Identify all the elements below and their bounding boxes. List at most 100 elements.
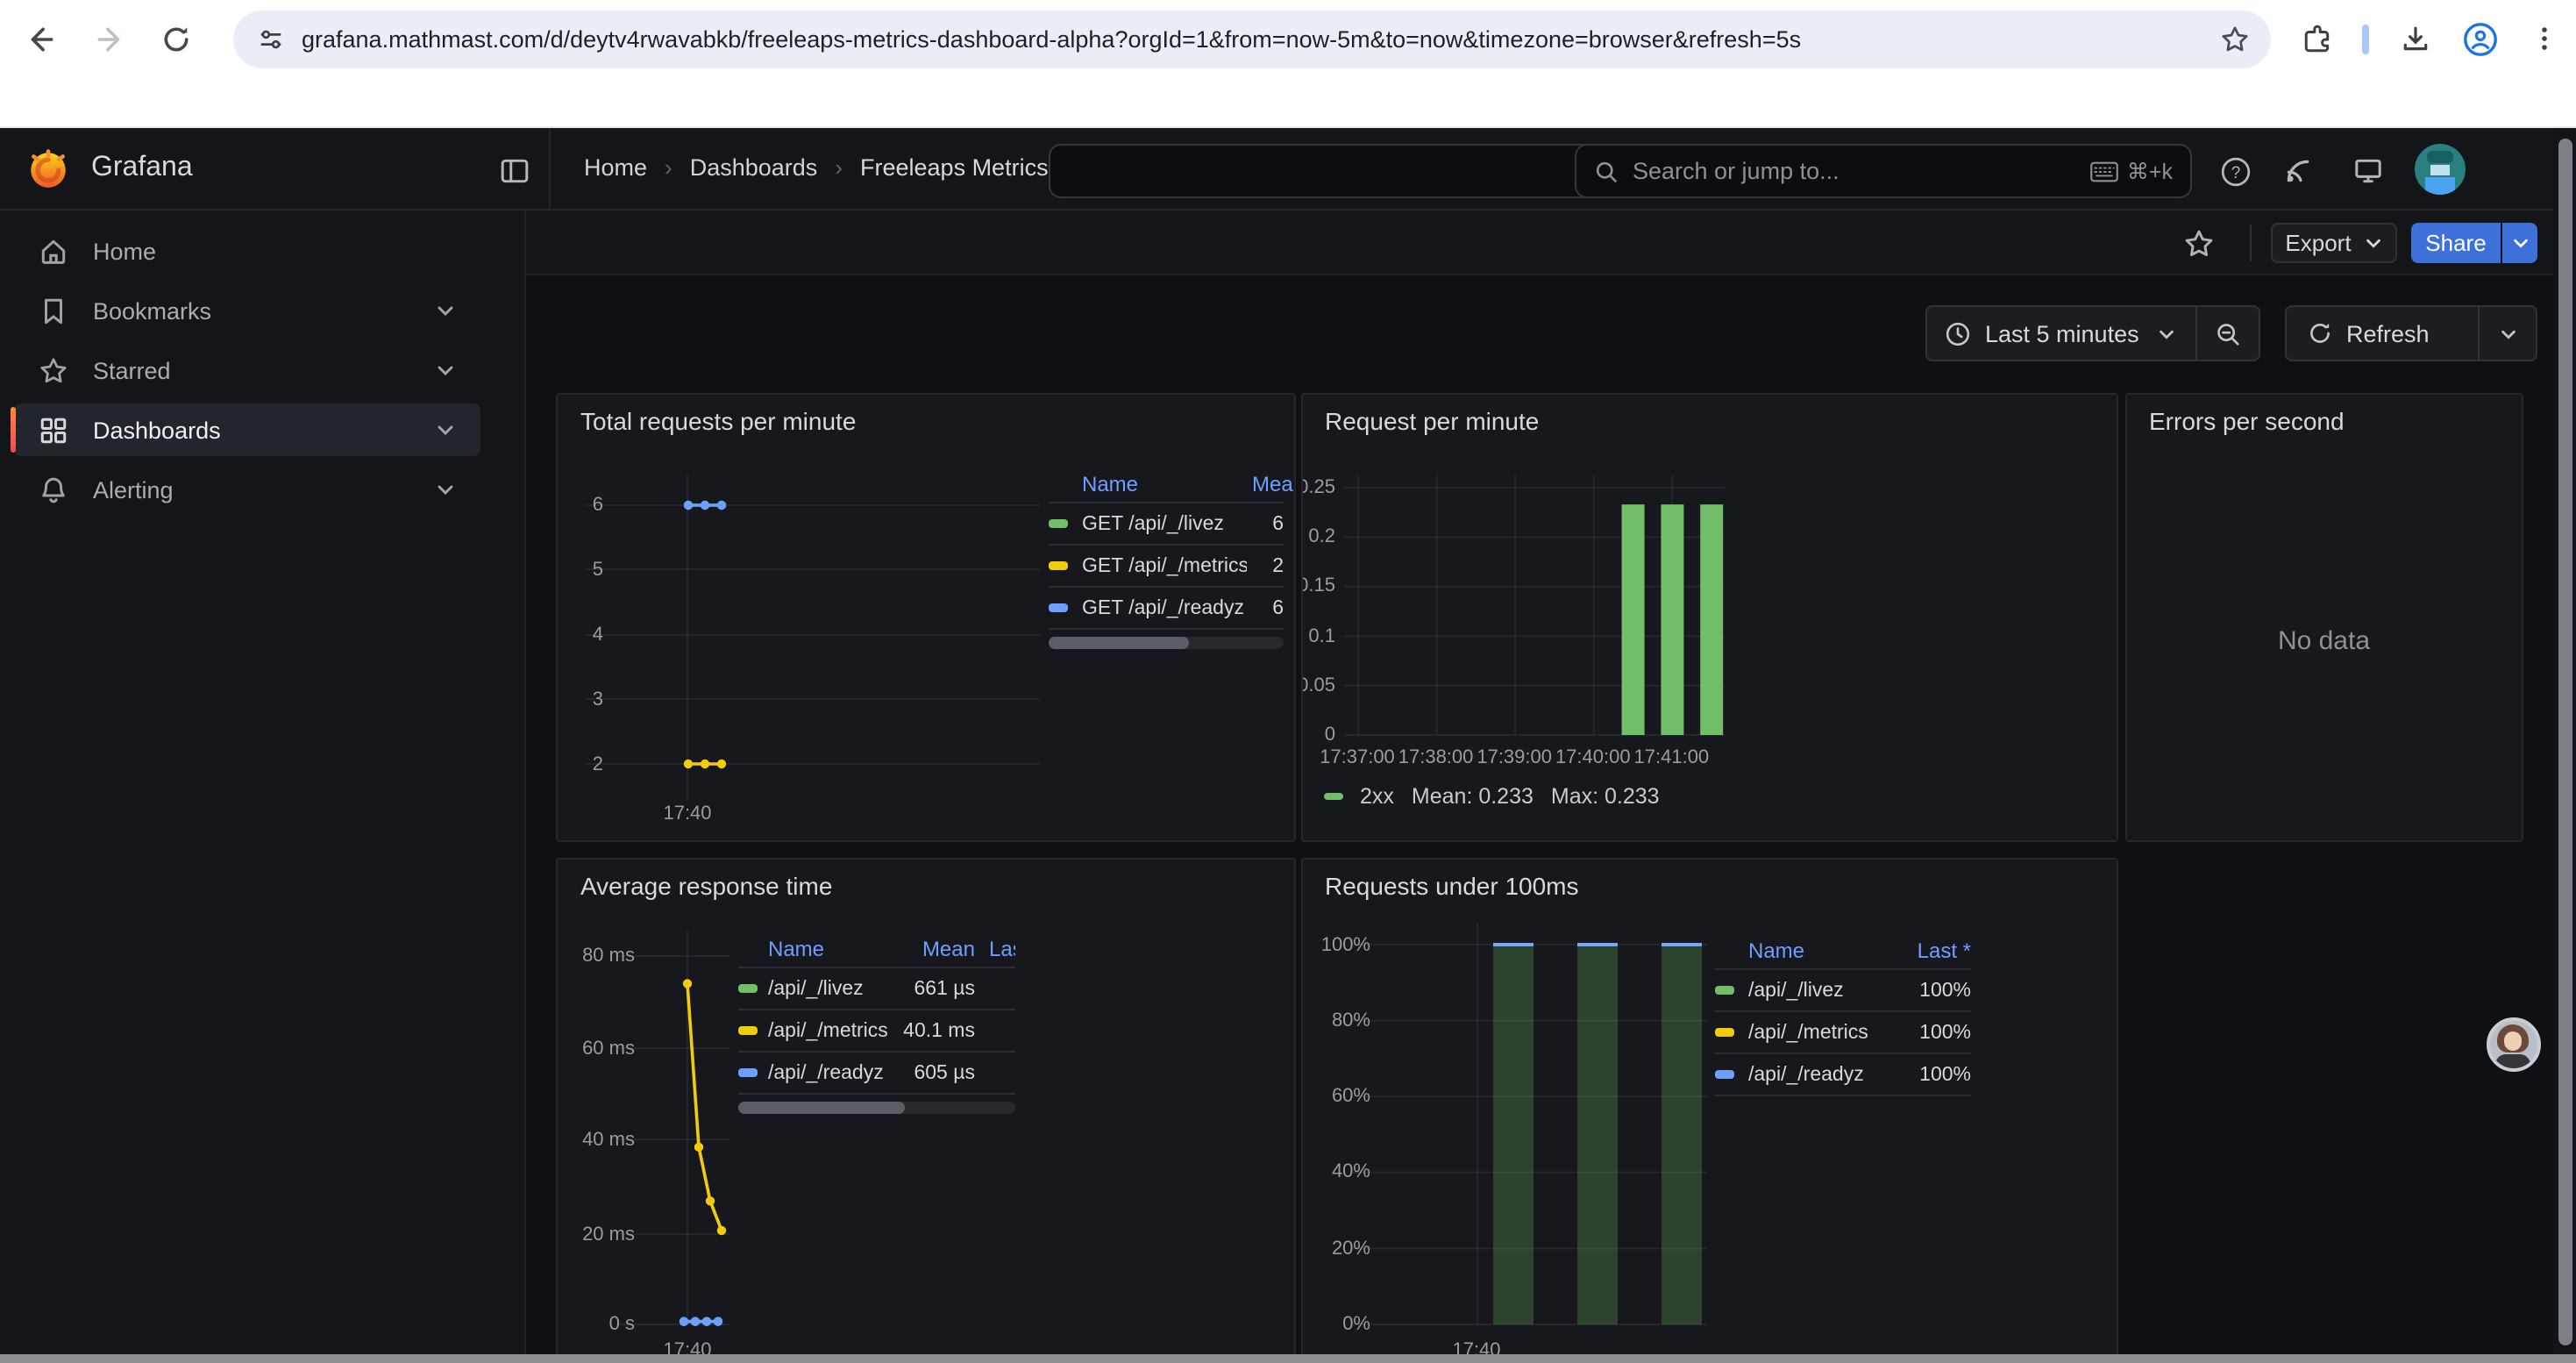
legend-h-scrollbar[interactable]: [738, 1102, 1015, 1114]
legend-row[interactable]: /api/_/metrics40.1 ms20.5 ms: [738, 1010, 1015, 1051]
sidebar-item-alerting[interactable]: Alerting: [14, 463, 480, 516]
sidebar-item-label: Alerting: [93, 476, 174, 503]
dashboards-icon: [39, 415, 68, 445]
chevron-down-icon[interactable]: [435, 300, 456, 321]
panel-title[interactable]: Requests under 100ms: [1325, 872, 1579, 900]
series-swatch: [1715, 987, 1734, 995]
chevron-down-icon[interactable]: [435, 419, 456, 440]
bookmark-star-icon[interactable]: [2220, 25, 2250, 54]
legend-row[interactable]: /api/_/readyz100%: [1715, 1054, 1971, 1095]
search-icon: [1594, 159, 1619, 183]
legend-row[interactable]: 2xx Mean: 0.233 Max: 0.233: [1323, 784, 1660, 809]
browser-menu-icon[interactable]: [2527, 21, 2562, 56]
legend-column-header[interactable]: Last *: [989, 936, 1015, 960]
extensions-icon[interactable]: [2299, 21, 2334, 56]
avatar-face: [2504, 1031, 2522, 1051]
legend-h-scrollbar[interactable]: [1049, 637, 1284, 649]
legend-row[interactable]: GET /api/_/readyz6: [1049, 588, 1284, 628]
panel-title[interactable]: Average response time: [580, 872, 832, 900]
legend-name: GET /api/_/readyz: [1082, 597, 1247, 618]
header-divider: [549, 128, 551, 211]
browser-toolbar: grafana.mathmast.com/d/deytv4rwavabkb/fr…: [0, 0, 2576, 79]
user-avatar[interactable]: [2415, 144, 2466, 195]
scrollbar-thumb[interactable]: [1049, 637, 1190, 649]
sidebar-item-home[interactable]: Home: [14, 225, 480, 277]
legend-column-header[interactable]: Mean: [1252, 471, 1284, 496]
panel-average-response-time[interactable]: Average response time Name Mean Last * /api…: [556, 858, 1295, 1363]
plot-area[interactable]: [1302, 395, 2117, 840]
refresh-interval-button[interactable]: [2478, 307, 2536, 360]
legend-max: Max: 0.233: [1551, 784, 1660, 809]
legend-table: Name Mean Last * /api/_/livez661 µs646 µs/a…: [738, 930, 1015, 1114]
legend-column-header[interactable]: Name: [768, 936, 894, 960]
refresh-button[interactable]: Refresh: [2287, 307, 2478, 360]
legend-row[interactable]: GET /api/_/metrics2: [1049, 546, 1284, 586]
legend-row[interactable]: /api/_/livez661 µs646 µs: [738, 968, 1015, 1009]
share-menu-button[interactable]: [2502, 223, 2537, 263]
kiosk-monitor-icon[interactable]: [2352, 154, 2385, 188]
url-bar[interactable]: grafana.mathmast.com/d/deytv4rwavabkb/fr…: [233, 11, 2271, 68]
panel-title[interactable]: Total requests per minute: [580, 407, 856, 435]
legend-column-header[interactable]: Mean: [901, 936, 975, 960]
forward-icon[interactable]: [91, 21, 126, 56]
legend-row[interactable]: /api/_/livez100%: [1715, 970, 1971, 1010]
series-swatch: [1715, 1029, 1734, 1037]
breadcrumb-home[interactable]: Home: [584, 154, 647, 181]
export-button[interactable]: Export: [2271, 223, 2397, 263]
chevron-down-icon[interactable]: [435, 479, 456, 500]
plot-area[interactable]: [1302, 860, 2117, 1361]
legend-row[interactable]: /api/_/readyz605 µs620 µs: [738, 1053, 1015, 1093]
zoom-out-button[interactable]: [2195, 307, 2259, 360]
favorite-star-icon[interactable]: [2181, 226, 2215, 260]
y-tick-label: 4: [556, 624, 603, 646]
site-settings-icon[interactable]: [258, 26, 284, 53]
legend-row[interactable]: /api/_/metrics100%: [1715, 1012, 1971, 1053]
clock-icon: [1945, 320, 1971, 346]
avatar-hair: [2427, 151, 2453, 163]
legend-column-header[interactable]: Name: [1748, 938, 1903, 962]
panel-total-requests[interactable]: Total requests per minute NameMean GET /a…: [556, 393, 1295, 842]
legend-row[interactable]: GET /api/_/livez6: [1049, 503, 1284, 544]
chevron-down-icon[interactable]: [435, 360, 456, 381]
sidebar-item-dashboards[interactable]: Dashboards: [14, 403, 480, 456]
url-text[interactable]: grafana.mathmast.com/d/deytv4rwavabkb/fr…: [302, 26, 1801, 53]
search-input[interactable]: [1633, 158, 2076, 184]
x-tick-label: 17:40: [630, 803, 745, 824]
y-tick-label: 0 s: [568, 1314, 635, 1335]
news-rss-icon[interactable]: [2281, 154, 2315, 188]
breadcrumb-dashboards[interactable]: Dashboards: [690, 154, 818, 181]
scrollbar-thumb[interactable]: [738, 1102, 905, 1114]
panel-title[interactable]: Errors per second: [2149, 407, 2345, 435]
downloads-icon[interactable]: [2397, 21, 2432, 56]
panel-requests-under-100ms[interactable]: Requests under 100ms NameLast * /api/_/li…: [1300, 858, 2118, 1363]
profile-icon[interactable]: [2460, 19, 2499, 58]
time-range-picker[interactable]: Last 5 minutes: [1927, 307, 2195, 360]
share-button[interactable]: Share: [2411, 223, 2501, 263]
legend-column-header[interactable]: Name: [1082, 471, 1247, 496]
legend-name: /api/_/livez: [768, 978, 894, 999]
help-icon[interactable]: ?: [2218, 154, 2252, 188]
bar: [1621, 504, 1644, 735]
sidebar-item-bookmarks[interactable]: Bookmarks: [14, 284, 480, 337]
sidebar-item-starred[interactable]: Starred: [14, 344, 480, 396]
panel-title[interactable]: Request per minute: [1325, 407, 1539, 435]
panel-errors-per-second[interactable]: Errors per second No data: [2124, 393, 2523, 842]
search-input-wrap[interactable]: ⌘+k: [1575, 144, 2192, 198]
reload-icon[interactable]: [158, 21, 193, 56]
scrollbar-thumb[interactable]: [2558, 139, 2572, 1345]
legend-column-header[interactable]: Last *: [1908, 938, 1971, 962]
bottom-scrollbar-strip[interactable]: [0, 1354, 2576, 1363]
back-icon[interactable]: [23, 21, 58, 56]
legend-name: 2xx: [1360, 784, 1394, 809]
mega-menu-toggle-icon[interactable]: [498, 154, 530, 186]
chevron-down-icon: [2510, 233, 2530, 253]
assistant-avatar[interactable]: [2487, 1017, 2541, 1072]
legend-name: /api/_/metrics: [1748, 1022, 1903, 1043]
series-swatch: [1049, 562, 1068, 570]
search-box[interactable]: [1049, 144, 1666, 198]
y-tick-label: 80 ms: [568, 946, 635, 967]
grafana-logo[interactable]: [26, 147, 70, 191]
panel-request-per-minute[interactable]: Request per minute 2xx Mean: 0.233 Max: …: [1300, 393, 2118, 842]
y-tick-label: 40%: [1304, 1162, 1370, 1183]
page-scrollbar[interactable]: [2553, 128, 2576, 1354]
